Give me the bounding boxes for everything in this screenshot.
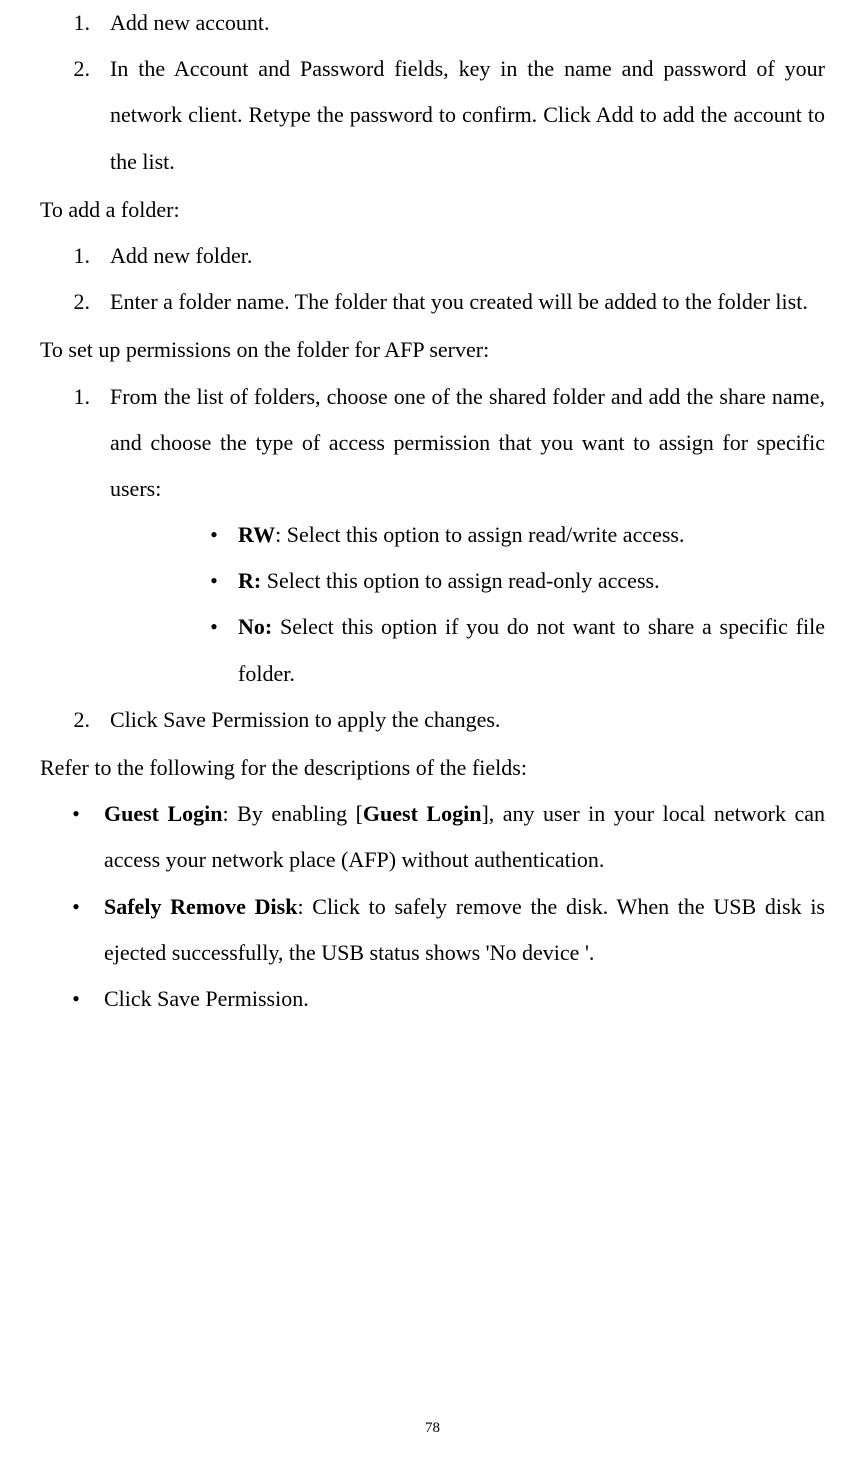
list-item: 2. Enter a folder name. The folder that … (40, 279, 825, 325)
bullet-icon: • (190, 604, 238, 696)
list-text: Click Save Permission. (104, 976, 825, 1022)
bullet-icon: • (190, 512, 238, 558)
bullet-icon: • (190, 558, 238, 604)
bold-label: No: (238, 614, 272, 639)
ordered-list-a: 1. Add new account. 2. In the Account an… (40, 0, 825, 185)
ordered-list-c: 1. From the list of folders, choose one … (40, 374, 825, 744)
list-text: Add new account. (110, 0, 825, 46)
heading-add-folder: To add a folder: (40, 187, 825, 233)
list-number: 1. (40, 374, 110, 697)
heading-field-descriptions: Refer to the following for the descripti… (40, 745, 825, 791)
bold-label: R: (238, 568, 261, 593)
bullet-icon: • (48, 791, 104, 883)
list-item: 1. Add new account. (40, 0, 825, 46)
page-body: 1. Add new account. 2. In the Account an… (0, 0, 865, 1022)
list-item: • No: Select this option if you do not w… (190, 604, 825, 696)
bullet-list-fields: • Guest Login: By enabling [Guest Login]… (48, 791, 825, 1022)
list-text: Click Save Permission to apply the chang… (110, 697, 825, 743)
text: Select this option to assign read-only a… (267, 568, 660, 593)
bullet-list-permissions: • RW: Select this option to assign read/… (190, 512, 825, 697)
text: Click Save Permission. (104, 986, 309, 1011)
bold-label: Safely Remove Disk (104, 894, 297, 919)
list-number: 2. (40, 279, 110, 325)
list-text: RW: Select this option to assign read/wr… (238, 512, 825, 558)
bold-label: Guest Login (104, 801, 223, 826)
list-text: Enter a folder name. The folder that you… (110, 279, 825, 325)
list-number: 1. (40, 0, 110, 46)
list-item: • Safely Remove Disk: Click to safely re… (48, 884, 825, 976)
list-text: In the Account and Password fields, key … (110, 46, 825, 185)
list-number: 2. (40, 697, 110, 743)
list-item: • Guest Login: By enabling [Guest Login]… (48, 791, 825, 883)
list-item: • R: Select this option to assign read-o… (190, 558, 825, 604)
separator (272, 614, 280, 639)
list-text: Safely Remove Disk: Click to safely remo… (104, 884, 825, 976)
bullet-icon: • (48, 976, 104, 1022)
separator: : (275, 522, 287, 547)
page-number: 78 (0, 1420, 865, 1437)
bold-label: Guest Login (363, 801, 482, 826)
bullet-icon: • (48, 884, 104, 976)
list-item: 1. From the list of folders, choose one … (40, 374, 825, 697)
heading-permissions: To set up permissions on the folder for … (40, 327, 825, 373)
list-text: Add new folder. (110, 233, 825, 279)
bold-label: RW (238, 522, 275, 547)
list-number: 2. (40, 46, 110, 185)
list-item: • RW: Select this option to assign read/… (190, 512, 825, 558)
text: Select this option if you do not want to… (238, 614, 825, 685)
list-text: From the list of folders, choose one of … (110, 374, 825, 697)
list-item: • Click Save Permission. (48, 976, 825, 1022)
list-text: R: Select this option to assign read-onl… (238, 558, 825, 604)
list-item: 2. In the Account and Password fields, k… (40, 46, 825, 185)
list-item: 1. Add new folder. (40, 233, 825, 279)
text: Select this option to assign read/write … (287, 522, 685, 547)
list-text: Guest Login: By enabling [Guest Login], … (104, 791, 825, 883)
text: : By enabling [ (223, 801, 363, 826)
text: From the list of folders, choose one of … (110, 384, 825, 501)
list-number: 1. (40, 233, 110, 279)
list-text: No: Select this option if you do not wan… (238, 604, 825, 696)
ordered-list-b: 1. Add new folder. 2. Enter a folder nam… (40, 233, 825, 325)
list-item: 2. Click Save Permission to apply the ch… (40, 697, 825, 743)
